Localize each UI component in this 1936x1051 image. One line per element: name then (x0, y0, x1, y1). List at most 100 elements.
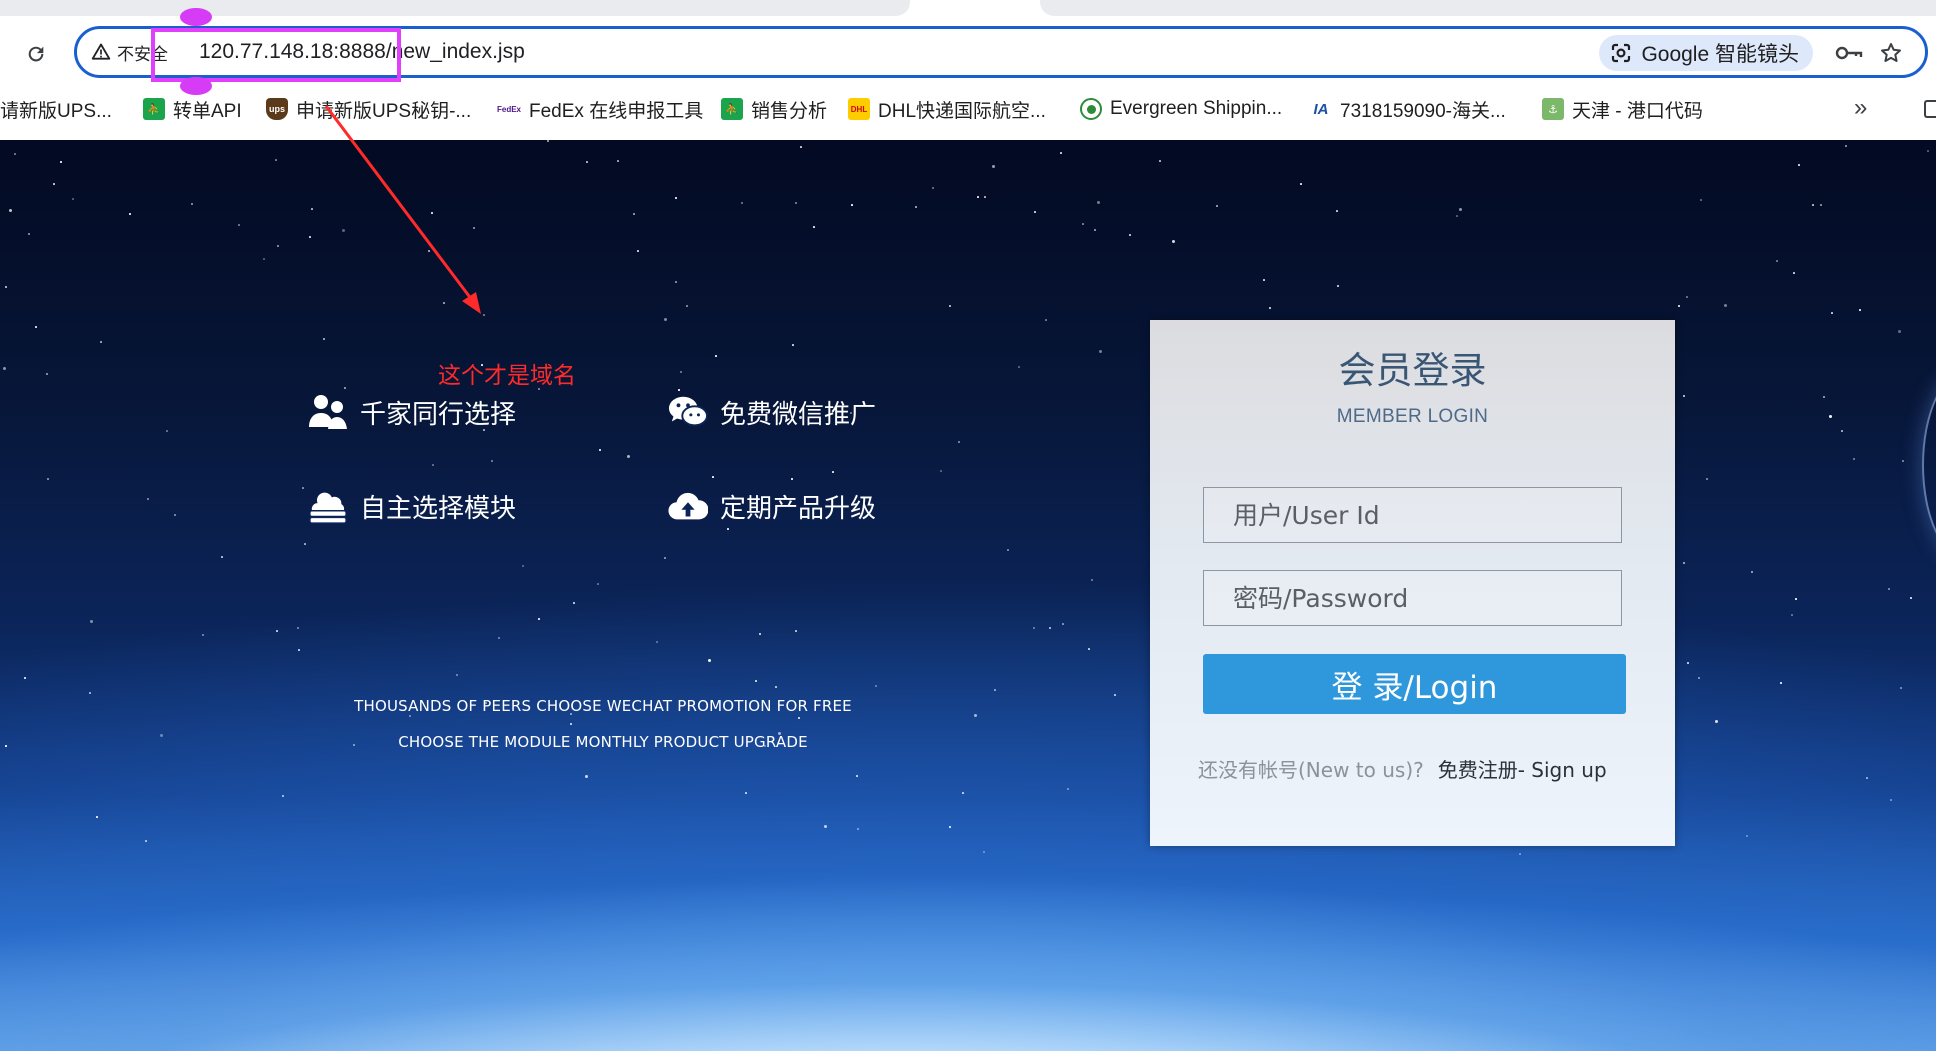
feature-label: 免费微信推广 (720, 399, 877, 430)
star-dot (745, 792, 747, 794)
star-dot (1007, 549, 1009, 551)
star-dot (715, 355, 717, 357)
star-dot (792, 344, 794, 346)
user-id-input[interactable] (1203, 487, 1622, 543)
bookmark-item[interactable]: FedEx FedEx 在线申报工具 (497, 92, 703, 126)
star-dot (949, 305, 951, 307)
star-dot (586, 161, 588, 163)
login-title: 会员登录 (1338, 349, 1487, 392)
star-dot (759, 633, 761, 635)
star-icon (1881, 43, 1901, 62)
star-dot (1793, 272, 1795, 274)
star-dot (857, 828, 859, 830)
bookmark-item[interactable]: ups 申请新版UPS秘钥-... (266, 92, 471, 126)
star-dot (856, 775, 858, 777)
bookmark-item[interactable]: IA 7318159090-海关... (1310, 92, 1506, 126)
star-dot (800, 146, 802, 148)
login-page: 这个才是域名 千家同行选择 免费微信推广 自主选择模块 定期产品升级 THOUS… (0, 140, 1936, 1051)
star-dot (323, 338, 325, 340)
star-dot (824, 825, 827, 828)
bookmark-item[interactable]: ⛹ 转单API (143, 92, 242, 126)
reload-icon (28, 46, 44, 62)
star-dot (775, 686, 777, 688)
star-dot (24, 677, 26, 679)
star-dot (656, 641, 658, 643)
star-dot (1018, 366, 1020, 368)
star-dot (851, 204, 853, 206)
star-dot (962, 792, 964, 794)
star-dot (309, 236, 311, 238)
bookmark-item[interactable]: 请新版UPS... (0, 92, 112, 126)
star-dot (1927, 150, 1929, 152)
star-dot (1045, 319, 1047, 321)
ups-logo-icon: ups (266, 98, 288, 120)
star-dot (431, 212, 433, 214)
port-icon: ⚓ (1542, 98, 1564, 120)
star-dot (1841, 430, 1843, 432)
star-dot (47, 478, 49, 480)
star-dot (1746, 835, 1748, 837)
star-dot (191, 203, 193, 205)
star-dot (1715, 720, 1718, 723)
star-dot (832, 471, 834, 473)
reload-button[interactable] (18, 36, 54, 72)
star-dot (992, 165, 995, 168)
star-dot (1900, 687, 1902, 689)
password-key-button[interactable] (1833, 37, 1865, 69)
password-input[interactable] (1203, 570, 1622, 626)
login-button[interactable]: 登 录/Login (1203, 654, 1626, 714)
lens-label: Google 智能镜头 (1641, 43, 1799, 66)
star-dot (791, 478, 793, 480)
google-lens-button[interactable]: Google 智能镜头 (1599, 35, 1813, 71)
signup-row: 还没有帐号(New to us)? 免费注册- Sign up (1198, 754, 1607, 783)
star-dot (538, 618, 540, 620)
bookmark-item[interactable]: Evergreen Shippin... (1080, 92, 1282, 126)
star-dot (483, 314, 485, 316)
star-dot (727, 528, 729, 530)
bookmark-label: 7318159090-海关... (1340, 100, 1506, 122)
bookmark-item[interactable]: ⛹ 销售分析 (721, 92, 827, 126)
star-dot (678, 389, 680, 391)
feature-peers: 千家同行选择 (308, 392, 516, 432)
users-icon (308, 392, 348, 432)
feature-upgrade: 定期产品升级 (668, 486, 876, 526)
bookmarks-overflow-button[interactable]: » (1854, 94, 1867, 122)
star-dot (90, 620, 93, 623)
figure-icon: ⛹ (721, 98, 743, 120)
annotation-text: 这个才是域名 (438, 363, 576, 389)
star-dot (680, 371, 682, 373)
star-dot (46, 373, 48, 375)
star-dot (1034, 211, 1036, 213)
bookmark-item[interactable]: DHL DHL快递国际航空... (848, 92, 1046, 126)
bookmark-item[interactable]: ⚓ 天津 - 港口代码 (1542, 92, 1703, 126)
feature-modules: 自主选择模块 (308, 486, 516, 526)
star-dot (1099, 350, 1102, 353)
bookmark-star-button[interactable] (1875, 37, 1907, 69)
chevron-double-right-icon: » (1854, 94, 1868, 121)
star-dot (637, 250, 639, 252)
star-dot (795, 202, 797, 204)
star-dot (221, 556, 223, 558)
bookmark-label: 销售分析 (751, 100, 828, 122)
bookmark-label: Evergreen Shippin... (1110, 98, 1283, 119)
star-dot (1060, 152, 1062, 154)
star-dot (949, 826, 951, 828)
signup-link[interactable]: 免费注册- Sign up (1438, 758, 1607, 782)
star-dot (14, 153, 16, 155)
star-dot (1263, 279, 1265, 281)
star-dot (342, 229, 345, 232)
cloud-server-icon (308, 486, 348, 526)
star-dot (795, 630, 797, 632)
star-dot (276, 630, 278, 632)
star-dot (1829, 415, 1832, 418)
tab-strip-right[interactable] (1040, 0, 1936, 16)
star-dot (984, 196, 986, 198)
domain-highlight-box (151, 28, 401, 82)
all-bookmarks-folder-icon[interactable] (1924, 100, 1936, 118)
star-dot (1706, 478, 1708, 480)
tab-strip-left[interactable] (0, 0, 910, 16)
star-dot (1845, 145, 1847, 147)
star-dot (298, 649, 300, 651)
url-path: /new_index.jsp (385, 40, 525, 63)
star-dot (1033, 627, 1035, 629)
